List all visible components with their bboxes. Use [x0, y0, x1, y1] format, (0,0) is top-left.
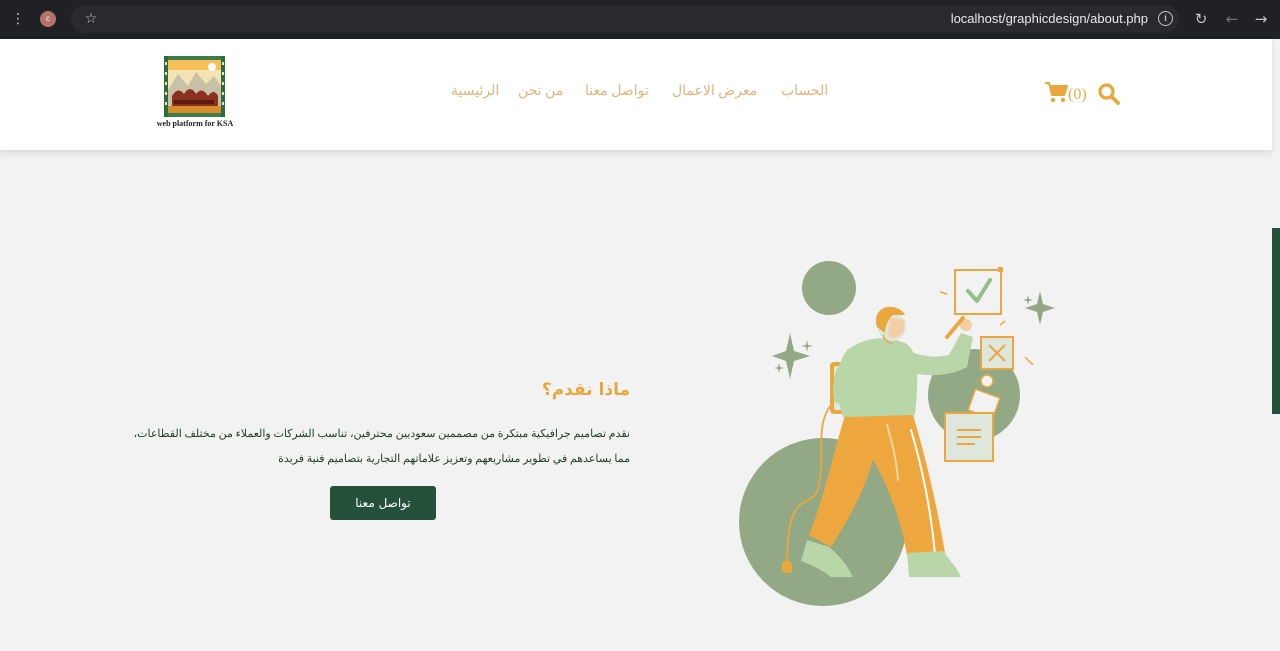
bookmark-star-icon[interactable]: ☆ — [82, 10, 100, 28]
nav-item-portfolio[interactable]: معرض الاعمال — [672, 83, 757, 103]
nav-item-home[interactable]: الرئيسية — [451, 83, 499, 103]
cart-button[interactable]: (0) — [1044, 80, 1090, 106]
search-icon — [1098, 83, 1120, 105]
forward-arrow-icon[interactable]: → — [1251, 9, 1271, 29]
logo-image — [164, 56, 225, 117]
side-accent-bar — [1272, 228, 1280, 414]
browser-menu-icon[interactable]: ⋮ — [11, 10, 25, 28]
site-info-icon[interactable]: i — [1158, 11, 1173, 26]
designer-illustration — [739, 261, 1055, 606]
cart-count: (0) — [1068, 86, 1087, 103]
section-description: نقدم تصاميم جرافيكية مبتكرة من مصممين سع… — [133, 428, 630, 465]
profile-avatar[interactable]: c — [40, 11, 56, 27]
site-header: web platform for KSA الرئيسية من نحن توا… — [0, 39, 1272, 150]
site-logo[interactable]: web platform for KSA — [154, 56, 236, 132]
contact-us-button[interactable]: تواصل معنا — [330, 486, 436, 520]
nav-item-account[interactable]: الحساب — [781, 83, 828, 103]
logo-caption: web platform for KSA — [156, 119, 234, 128]
back-arrow-icon[interactable]: ← — [1222, 9, 1242, 29]
reload-icon[interactable]: ↻ — [1191, 9, 1211, 29]
browser-toolbar: ⋮ c ☆ localhost/graphicdesign/about.php … — [0, 0, 1280, 39]
nav-item-about[interactable]: من نحن — [518, 83, 563, 103]
url-text[interactable]: localhost/graphicdesign/about.php — [951, 10, 1148, 28]
section-title: ماذا نقدم؟ — [541, 380, 630, 400]
cart-icon — [1045, 82, 1068, 103]
search-button[interactable] — [1097, 82, 1121, 106]
nav-item-contact[interactable]: تواصل معنا — [585, 83, 649, 103]
